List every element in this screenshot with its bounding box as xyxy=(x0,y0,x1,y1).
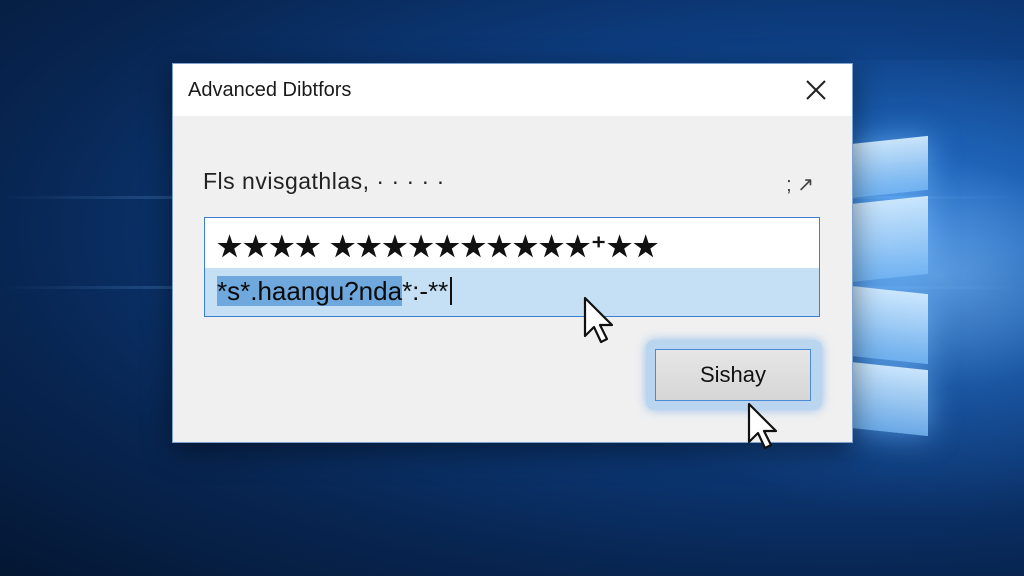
windows-logo-pane xyxy=(850,135,928,199)
selected-text: *s*.haangu?nda xyxy=(217,276,403,306)
text-caret xyxy=(450,277,453,305)
prompt-label: Fls nvisgathlas, · · · · · xyxy=(203,168,445,194)
unselected-text: *:-** xyxy=(402,276,449,306)
desktop-background: Advanced Dibtfors Fls nvisgathlas, · · ·… xyxy=(0,0,1024,576)
hint-label: ; ↗ xyxy=(786,174,814,196)
windows-logo-pane xyxy=(850,285,928,365)
close-button[interactable] xyxy=(780,64,852,116)
textarea-line-1: ★★★★ ★★★★★★★★★★⁺★★ xyxy=(217,231,660,262)
password-textarea[interactable]: ★★★★ ★★★★★★★★★★⁺★★ *s*.haangu?nda*:-** xyxy=(204,217,820,317)
dialog-title: Advanced Dibtfors xyxy=(188,79,352,101)
mouse-cursor-icon xyxy=(583,296,614,344)
dialog-titlebar: Advanced Dibtfors xyxy=(173,64,852,116)
action-button[interactable]: Sishay xyxy=(655,349,811,401)
mouse-cursor-icon xyxy=(747,402,778,450)
action-button-focus-ring: Sishay xyxy=(646,340,822,410)
close-icon xyxy=(806,80,826,100)
windows-logo-pane xyxy=(850,361,928,437)
advanced-dialog: Advanced Dibtfors Fls nvisgathlas, · · ·… xyxy=(172,63,853,443)
textarea-line-2: *s*.haangu?nda*:-** xyxy=(217,276,453,307)
windows-logo-pane xyxy=(850,195,928,283)
